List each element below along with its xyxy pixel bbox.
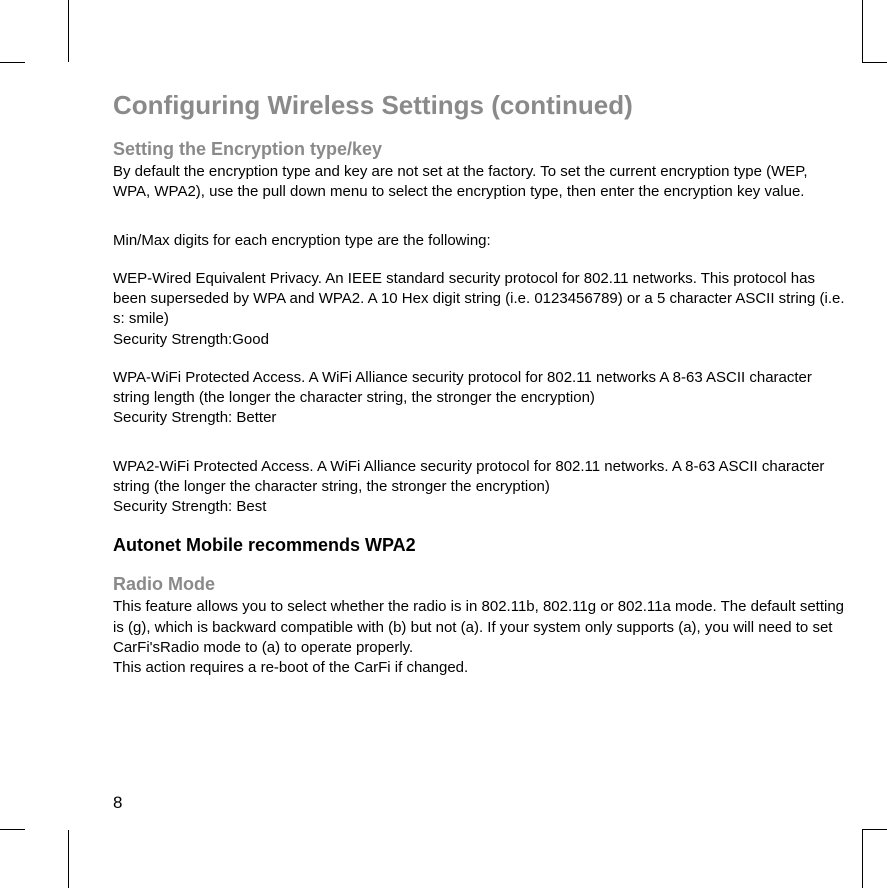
- page-content: Configuring Wireless Settings (continued…: [113, 90, 847, 808]
- wpa-strength: Security Strength: Better: [113, 408, 847, 428]
- section-heading-radiomode: Radio Mode: [113, 574, 847, 595]
- wpa2-description: WPA2-WiFi Protected Access. A WiFi Allia…: [113, 457, 847, 498]
- minmax-intro: Min/Max digits for each encryption type …: [113, 231, 847, 251]
- page-number: 8: [113, 793, 122, 813]
- wep-strength: Security Strength:Good: [113, 330, 847, 350]
- radiomode-description: This feature allows you to select whethe…: [113, 597, 847, 658]
- page-title: Configuring Wireless Settings (continued…: [113, 90, 847, 121]
- encryption-intro: By default the encryption type and key a…: [113, 162, 847, 203]
- wpa2-strength: Security Strength: Best: [113, 497, 847, 517]
- wep-description: WEP-Wired Equivalent Privacy. An IEEE st…: [113, 269, 847, 330]
- wpa-description: WPA-WiFi Protected Access. A WiFi Allian…: [113, 368, 847, 409]
- section-heading-encryption: Setting the Encryption type/key: [113, 139, 847, 160]
- recommendation: Autonet Mobile recommends WPA2: [113, 535, 847, 556]
- radiomode-reboot: This action requires a re-boot of the Ca…: [113, 658, 847, 678]
